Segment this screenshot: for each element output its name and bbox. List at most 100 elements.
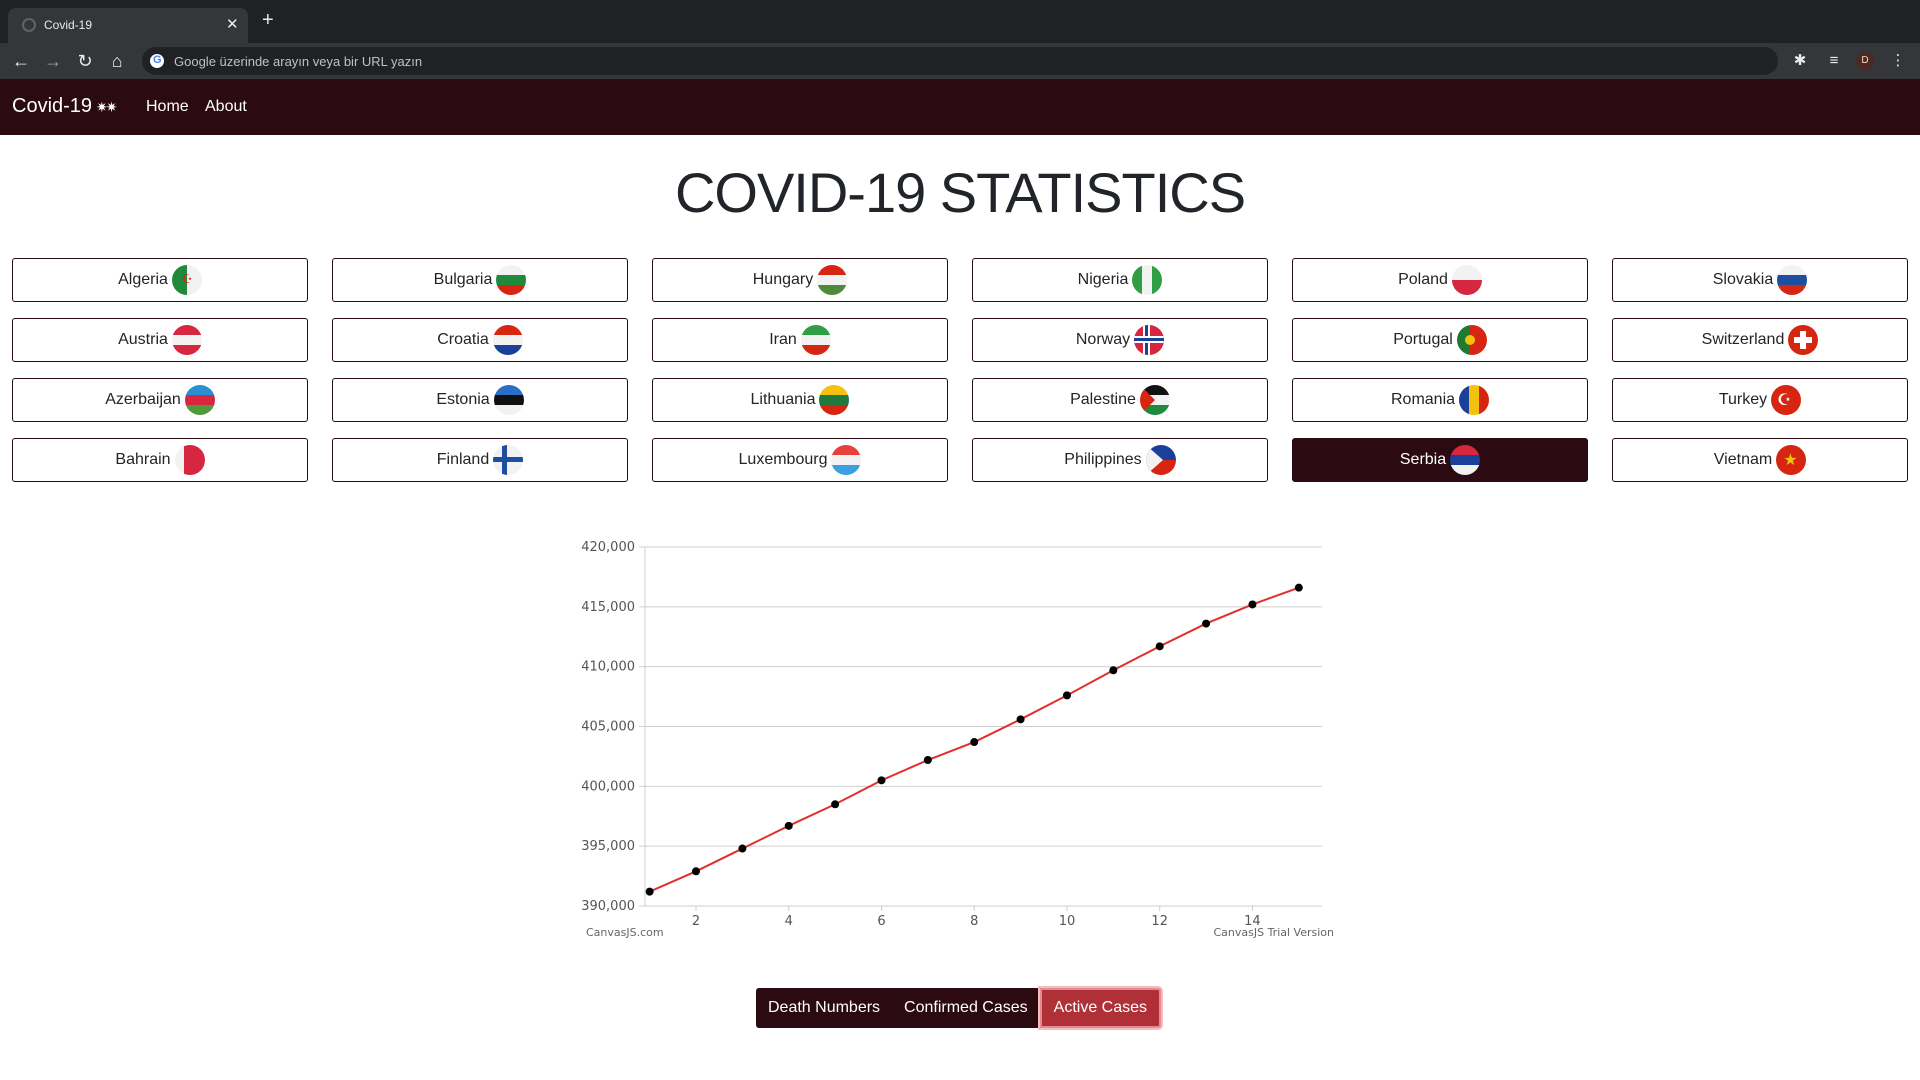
confirmed-cases-button[interactable]: Confirmed Cases (892, 988, 1040, 1028)
vietnam-flag-icon: ★ (1776, 445, 1807, 475)
romania-flag-icon (1459, 385, 1490, 415)
luxembourg-flag-icon (831, 445, 862, 475)
country-button-poland[interactable]: Poland (1292, 258, 1588, 302)
y-tick-label: 420,000 (581, 540, 635, 555)
country-label: Vietnam (1713, 451, 1773, 468)
data-point (692, 867, 701, 876)
country-button-hungary[interactable]: Hungary (652, 258, 948, 302)
death-numbers-button[interactable]: Death Numbers (756, 988, 893, 1028)
back-arrow-icon[interactable]: ← (8, 48, 34, 74)
brand[interactable]: Covid-19 ✷✷ (12, 95, 118, 118)
country-button-luxembourg[interactable]: Luxembourg (652, 438, 948, 482)
new-tab-icon[interactable]: + (262, 10, 274, 30)
close-icon[interactable]: ✕ (226, 15, 239, 33)
data-point (1062, 691, 1071, 700)
y-tick-label: 390,000 (581, 899, 635, 914)
finland-flag-icon (493, 445, 524, 475)
philippines-flag-icon (1145, 445, 1176, 475)
country-label: Lithuania (750, 391, 816, 408)
country-button-portugal[interactable]: Portugal (1292, 318, 1588, 362)
site-navbar: Covid-19 ✷✷ Home About (0, 79, 1920, 135)
country-button-norway[interactable]: Norway (972, 318, 1268, 362)
chart-credit-left: CanvasJS.com (586, 926, 664, 939)
extensions-icon[interactable]: ✱ (1788, 49, 1812, 73)
country-label: Philippines (1064, 451, 1142, 468)
country-button-algeria[interactable]: Algeria ☪ (12, 258, 308, 302)
country-button-vietnam[interactable]: Vietnam ★ (1612, 438, 1908, 482)
globe-icon (22, 18, 36, 32)
country-label: Estonia (436, 391, 490, 408)
azerbaijan-flag-icon (184, 385, 215, 415)
x-tick-label: 6 (877, 914, 885, 929)
data-point (923, 756, 932, 765)
page-title: COVID-19 STATISTICS (674, 161, 1246, 224)
active-cases-button[interactable]: Active Cases (1039, 988, 1162, 1028)
browser-tab[interactable]: Covid-19 ✕ (8, 8, 248, 43)
country-label: Luxembourg (738, 451, 828, 468)
tab-title: Covid-19 (44, 18, 93, 32)
virus-icon: ✷✷ (96, 99, 118, 115)
reload-icon[interactable]: ↻ (72, 48, 98, 74)
country-label: Nigeria (1077, 271, 1129, 288)
country-button-finland[interactable]: Finland (332, 438, 628, 482)
country-button-serbia[interactable]: Serbia (1292, 438, 1588, 482)
country-button-azerbaijan[interactable]: Azerbaijan (12, 378, 308, 422)
data-point (1155, 642, 1164, 651)
data-point (1109, 666, 1118, 675)
country-label: Finland (436, 451, 490, 468)
country-button-philippines[interactable]: Philippines (972, 438, 1268, 482)
hungary-flag-icon (817, 265, 848, 295)
data-point (738, 844, 747, 853)
country-button-romania[interactable]: Romania (1292, 378, 1588, 422)
nav-link-about[interactable]: About (205, 98, 247, 116)
croatia-flag-icon (492, 325, 523, 355)
x-tick-label: 4 (785, 914, 793, 929)
metric-toggle: Death Numbers Confirmed Cases Active Cas… (756, 988, 1162, 1028)
y-tick-label: 405,000 (581, 720, 635, 735)
portugal-flag-icon (1456, 325, 1487, 355)
switzerland-flag-icon (1788, 325, 1819, 355)
poland-flag-icon (1451, 265, 1482, 295)
country-button-bulgaria[interactable]: Bulgaria (332, 258, 628, 302)
home-icon[interactable]: ⌂ (104, 48, 130, 74)
address-bar[interactable]: G Google üzerinde arayın veya bir URL ya… (142, 47, 1778, 75)
line-chart: 390,000 395,000 400,000 405,000 410,000 415,0… (581, 540, 1334, 939)
chart-credit-right: CanvasJS Trial Version (1213, 926, 1334, 939)
forward-arrow-icon[interactable]: → (40, 48, 66, 74)
y-tick-label: 415,000 (581, 600, 635, 615)
country-label: Iran (769, 331, 797, 348)
country-button-iran[interactable]: Iran (652, 318, 948, 362)
x-tick-label: 10 (1059, 914, 1076, 929)
country-label: Romania (1390, 391, 1456, 408)
y-tick-label: 395,000 (581, 839, 635, 854)
country-button-turkey[interactable]: Turkey ☪ (1612, 378, 1908, 422)
country-label: Austria (118, 331, 168, 348)
nigeria-flag-icon (1132, 265, 1163, 295)
country-button-palestine[interactable]: Palestine (972, 378, 1268, 422)
bulgaria-flag-icon (496, 265, 527, 295)
country-label: Norway (1075, 331, 1131, 348)
address-placeholder: Google üzerinde arayın veya bir URL yazı… (174, 54, 423, 69)
country-label: Switzerland (1701, 331, 1785, 348)
country-button-bahrain[interactable]: Bahrain (12, 438, 308, 482)
media-control-icon[interactable]: ≡ (1822, 49, 1846, 73)
country-button-austria[interactable]: Austria (12, 318, 308, 362)
turkey-flag-icon: ☪ (1771, 385, 1802, 415)
x-tick-label: 8 (970, 914, 978, 929)
nav-link-home[interactable]: Home (146, 98, 189, 116)
y-tick-label: 400,000 (581, 779, 635, 794)
country-button-croatia[interactable]: Croatia (332, 318, 628, 362)
country-button-slovakia[interactable]: Slovakia (1612, 258, 1908, 302)
menu-icon[interactable]: ⋮ (1886, 49, 1910, 73)
data-point (645, 887, 654, 896)
country-button-lithuania[interactable]: Lithuania (652, 378, 948, 422)
country-label: Algeria (118, 271, 168, 288)
country-button-nigeria[interactable]: Nigeria (972, 258, 1268, 302)
x-tick-label: 2 (692, 914, 700, 929)
country-button-estonia[interactable]: Estonia (332, 378, 628, 422)
data-point (877, 776, 886, 785)
country-button-switzerland[interactable]: Switzerland (1612, 318, 1908, 362)
avatar[interactable]: D (1856, 52, 1874, 70)
country-label: Azerbaijan (105, 391, 181, 408)
bahrain-flag-icon (174, 445, 205, 475)
